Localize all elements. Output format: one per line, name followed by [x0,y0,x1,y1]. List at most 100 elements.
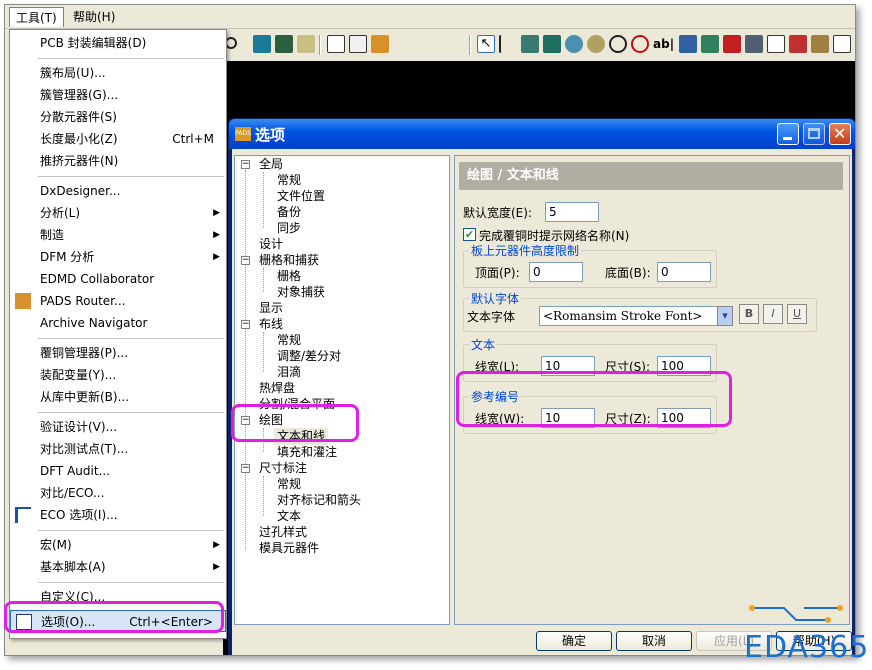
pads-icon[interactable] [371,35,389,53]
menu-item-compare-test-points[interactable]: 对比测试点(T)... [10,438,226,460]
menu-item-cluster-place[interactable]: 簇布局(U)... [10,62,226,84]
tree-node[interactable]: 对齐标记和箭头 [277,492,361,508]
minimize-button[interactable] [777,123,799,145]
grid-icon[interactable] [833,35,851,53]
tree-node[interactable]: 过孔样式 [259,524,307,540]
brush-icon[interactable] [297,35,315,53]
default-width-input[interactable]: 5 [545,202,599,222]
panel-title: 绘图 / 文本和线 [459,162,843,190]
tree-node[interactable]: 栅格 [277,268,301,284]
hatch-icon[interactable] [679,35,697,53]
collapse-icon[interactable]: − [241,160,250,169]
tree-node-global[interactable]: 全局 [259,156,283,172]
submenu-arrow-icon: ▶ [213,208,220,218]
bars-icon[interactable] [701,35,719,53]
collapse-icon[interactable]: − [241,464,250,473]
ok-button[interactable]: 确定 [536,631,612,651]
chevron-down-icon[interactable]: ▾ [717,306,733,326]
italic-button[interactable]: I [763,304,783,324]
menu-item-pour-manager[interactable]: 覆铜管理器(P)... [10,342,226,364]
plane-icon[interactable] [543,35,561,53]
gear-icon[interactable] [811,35,829,53]
menu-item-dft-audit[interactable]: DFT Audit... [10,460,226,482]
menu-item-edmd[interactable]: EDMD Collaborator [10,268,226,290]
eye-icon[interactable] [253,35,271,53]
menu-item-basic-scripts[interactable]: 基本脚本(A) ▶ [10,556,226,578]
via-icon[interactable] [565,35,583,53]
toolbar: ↖ ab| [223,31,855,59]
tree-node[interactable]: 尺寸标注 [259,460,307,476]
menu-item-cluster-manager[interactable]: 簇管理器(G)... [10,84,226,106]
menu-item-compare-eco[interactable]: 对比/ECO... [10,482,226,504]
tree-node[interactable]: 文件位置 [277,188,325,204]
doc-icon[interactable] [767,35,785,53]
tree-node[interactable]: 泪滴 [277,364,301,380]
arc-icon[interactable] [609,35,627,53]
menu-item-length-minimize[interactable]: 长度最小化(Z) Ctrl+M [10,128,226,150]
menu-item-push-parts[interactable]: 推挤元器件(N) [10,150,226,172]
menu-tools[interactable]: 工具(T) [9,7,64,27]
tree-node[interactable]: 对象捕获 [277,284,325,300]
top-height-input[interactable]: 0 [529,262,583,282]
dialog-titlebar[interactable]: PADS 选项 ✕ [229,119,855,149]
refresh-icon[interactable] [275,35,293,53]
window-icon[interactable] [327,35,345,53]
tree-node[interactable]: 常规 [277,332,301,348]
menu-item-update-from-library[interactable]: 从库中更新(B)... [10,386,226,408]
collapse-icon[interactable]: − [241,320,250,329]
tree-node[interactable]: 备份 [277,204,301,220]
text-group-title: 文本 [469,336,498,353]
menu-item-archive-navigator[interactable]: Archive Navigator [10,312,226,334]
eco-icon [15,507,31,523]
select-arrow-icon[interactable]: ↖ [477,35,495,53]
menu-item-analysis[interactable]: 分析(L) ▶ [10,202,226,224]
menu-item-pads-router[interactable]: PADS Router... [10,290,226,312]
dialog-title: 选项 [255,126,286,144]
text-icon[interactable]: ab| [653,35,674,53]
menu-item-verify-design[interactable]: 验证设计(V)... [10,416,226,438]
menu-item-pcb-decal-editor[interactable]: PCB 封装编辑器(D) [10,32,226,54]
tree-node[interactable]: 调整/差分对 [277,348,341,364]
menu-item-eco-options[interactable]: ECO 选项(I)... [10,504,226,526]
close-button[interactable]: ✕ [829,123,851,145]
layers-icon[interactable] [745,35,763,53]
menu-item-macro[interactable]: 宏(M) ▶ [10,534,226,556]
net-name-checkbox[interactable]: ✔ [463,228,476,241]
menu-item-fabrication[interactable]: 制造 ▶ [10,224,226,246]
bold-button[interactable]: B [739,304,759,324]
tree-node[interactable]: 同步 [277,220,301,236]
tree-node[interactable]: 填充和灌注 [277,444,337,460]
highlight-options-menu [4,601,224,633]
maximize-button[interactable] [803,123,825,145]
tree-node[interactable]: 常规 [277,172,301,188]
tree-node[interactable]: 显示 [259,300,283,316]
tools-menu: PCB 封装编辑器(D) 簇布局(U)... 簇管理器(G)... 分散元器件(… [9,29,227,639]
panel-icon[interactable] [349,35,367,53]
stop-icon[interactable] [789,35,807,53]
cancel-button[interactable]: 取消 [616,631,692,651]
route-icon[interactable] [499,35,517,53]
flag-icon[interactable] [723,35,741,53]
underline-button[interactable]: U [787,304,807,324]
tree-node[interactable]: 栅格和捕获 [259,252,319,268]
menu-item-assembly-variants[interactable]: 装配变量(Y)... [10,364,226,386]
tree-node[interactable]: 布线 [259,316,283,332]
tree-node[interactable]: 设计 [259,236,283,252]
tree-node[interactable]: 文本 [277,508,301,524]
pour-icon[interactable] [587,35,605,53]
submenu-arrow-icon: ▶ [213,230,220,240]
menu-help[interactable]: 帮助(H) [67,7,121,27]
menu-item-disperse[interactable]: 分散元器件(S) [10,106,226,128]
font-select[interactable]: <Romansim Stroke Font> [539,306,731,326]
copper-icon[interactable] [521,35,539,53]
pads-router-icon [15,293,31,309]
bottom-height-input[interactable]: 0 [657,262,711,282]
menu-item-dfm[interactable]: DFM 分析 ▶ [10,246,226,268]
tree-node[interactable]: 模具元器件 [259,540,319,556]
no-icon[interactable] [631,35,649,53]
menu-item-dxdesigner[interactable]: DxDesigner... [10,180,226,202]
collapse-icon[interactable]: − [241,256,250,265]
tree-node[interactable]: 热焊盘 [259,380,295,396]
tree-node[interactable]: 常规 [277,476,301,492]
category-tree[interactable]: − 全局 常规 文件位置 备份 同步 设计 − 栅格和捕获 栅格 对象捕获 显示… [234,155,450,625]
